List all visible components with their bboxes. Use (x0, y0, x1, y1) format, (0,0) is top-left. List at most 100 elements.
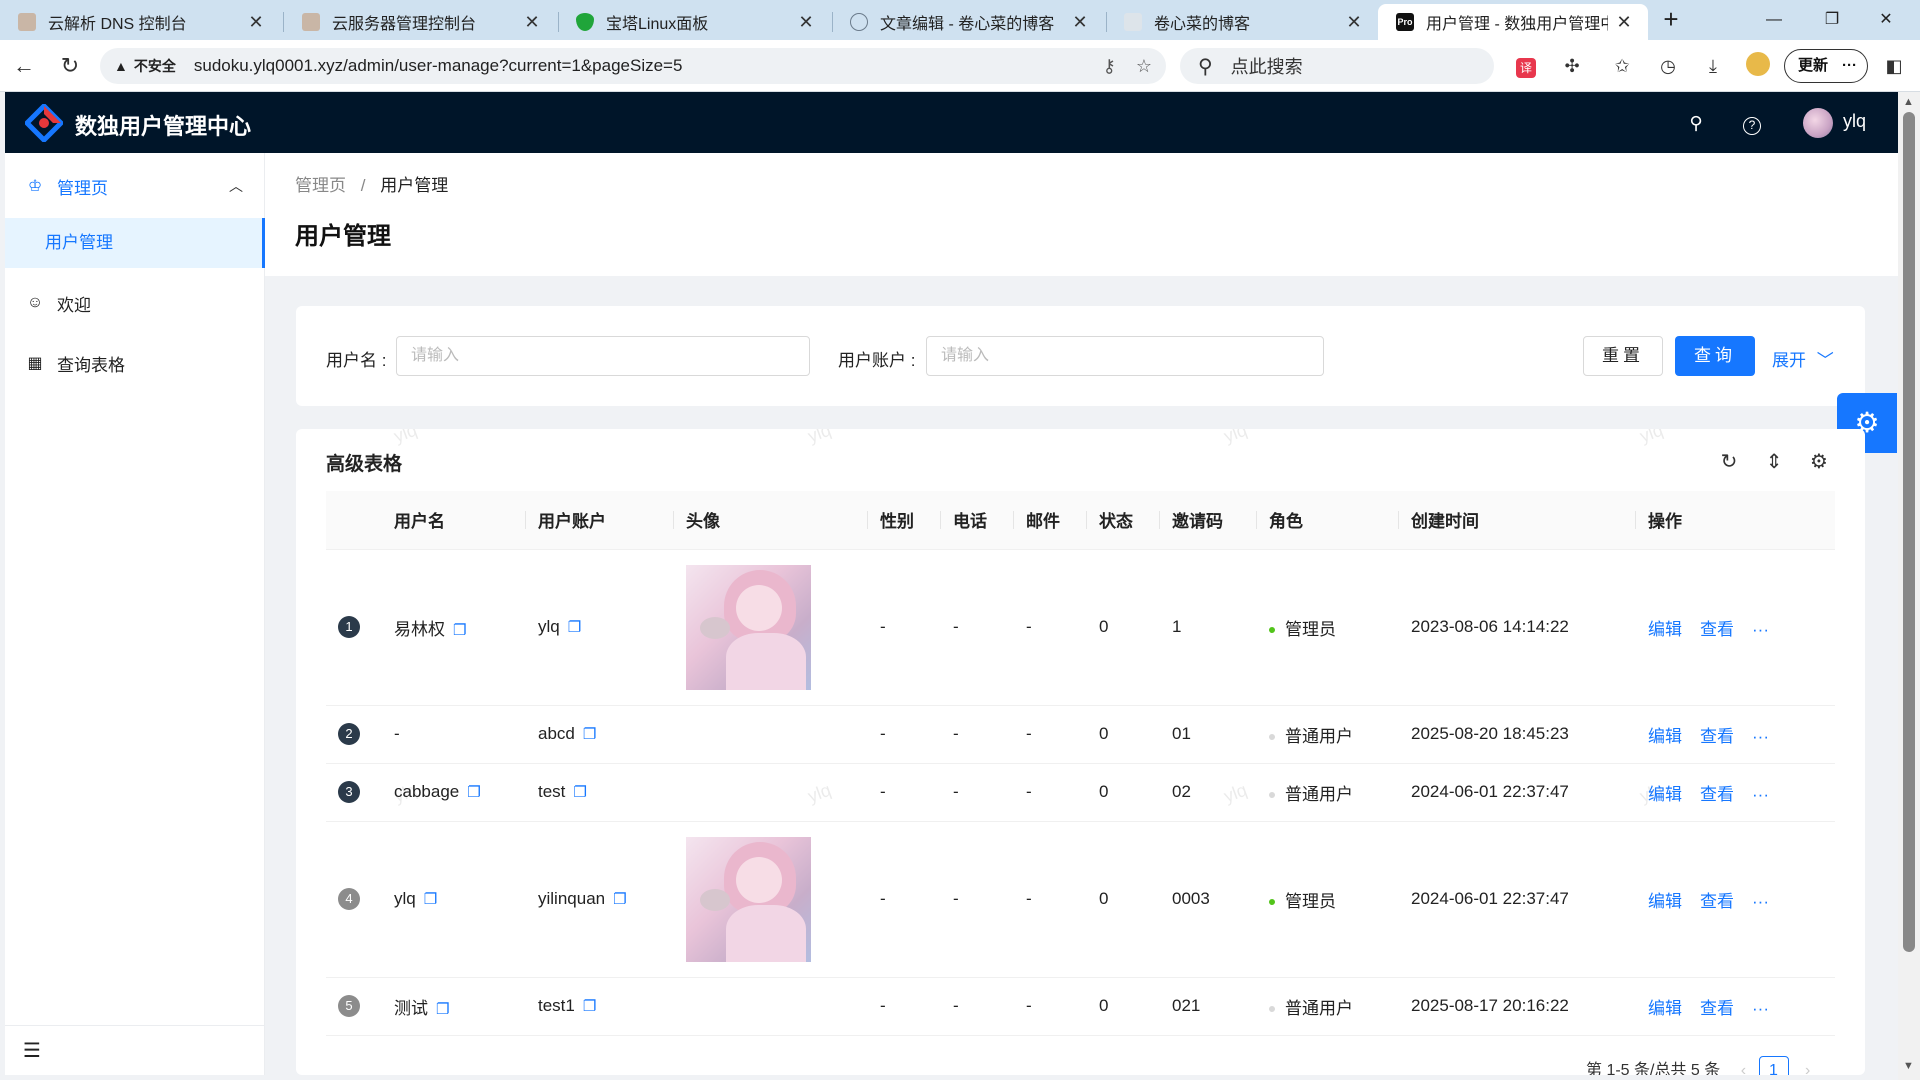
close-icon[interactable]: ✕ (1070, 12, 1090, 33)
browser-tab-blog[interactable]: 卷心菜的博客 ✕ (1106, 4, 1378, 40)
account-input[interactable] (926, 336, 1324, 376)
prev-page-icon[interactable]: ‹ (1741, 1062, 1746, 1075)
edit-link[interactable]: 编辑 (1648, 620, 1682, 639)
cell-actions: 编辑 查看 ··· (1636, 549, 1835, 706)
copy-icon[interactable]: ❐ (568, 619, 581, 636)
copy-icon[interactable]: ❐ (583, 998, 596, 1015)
header-username[interactable]: ylq (1843, 111, 1866, 132)
more-icon[interactable]: ··· (1752, 727, 1769, 746)
more-icon[interactable]: ··· (1752, 620, 1769, 639)
edit-link[interactable]: 编辑 (1648, 727, 1682, 746)
search-icon[interactable]: ⚲ (1683, 110, 1709, 136)
sidebar-group-admin[interactable]: ♔ 管理页 ︿ (5, 163, 265, 209)
avatar[interactable] (1803, 108, 1833, 138)
view-link[interactable]: 查看 (1700, 620, 1734, 639)
copy-icon[interactable]: ❐ (573, 784, 586, 801)
sidebar-item-user-manage[interactable]: 用户管理 (5, 218, 265, 268)
new-tab-button[interactable]: + (1655, 4, 1687, 36)
cell-gender: - (868, 821, 941, 978)
column-header-created: 创建时间 (1399, 491, 1636, 550)
url-text[interactable]: sudoku.ylq0001.xyz/admin/user-manage?cur… (194, 56, 1083, 76)
copy-icon[interactable]: ❐ (453, 622, 466, 639)
browser-search-box[interactable]: ⚲ 点此搜索 (1180, 48, 1494, 84)
restore-icon[interactable]: ❐ (1812, 6, 1852, 34)
copy-icon[interactable]: ❐ (424, 891, 437, 908)
cell-account: test ❐ (526, 763, 674, 822)
close-icon[interactable]: ✕ (1344, 12, 1364, 33)
edit-link[interactable]: 编辑 (1648, 785, 1682, 804)
favorites-icon[interactable]: ✩ (1608, 52, 1636, 80)
cell-gender: - (868, 977, 941, 1036)
breadcrumb-root[interactable]: 管理页 (295, 176, 346, 195)
browser-tab-server[interactable]: 云服务器管理控制台 ✕ (284, 4, 556, 40)
more-icon[interactable]: ··· (1752, 892, 1769, 911)
tab-title: 云服务器管理控制台 (332, 16, 477, 33)
download-icon[interactable]: ⤓ (1699, 52, 1727, 80)
browser-tab-dns[interactable]: 云解析 DNS 控制台 ✕ (0, 4, 280, 40)
column-header-account: 用户账户 (526, 491, 674, 550)
edit-link[interactable]: 编辑 (1648, 892, 1682, 911)
close-icon[interactable]: ✕ (796, 12, 816, 33)
copy-icon[interactable]: ❐ (436, 1001, 449, 1018)
help-icon[interactable]: ? (1739, 110, 1765, 136)
page-number[interactable]: 1 (1758, 1056, 1789, 1075)
account-label: 用户账户 : (838, 351, 916, 370)
sidebar-toggle-icon[interactable]: ◧ (1880, 52, 1908, 80)
tab-title: 卷心菜的博客 (1154, 16, 1251, 33)
close-icon[interactable]: ✕ (1614, 12, 1634, 33)
view-link[interactable]: 查看 (1700, 999, 1734, 1018)
back-icon[interactable]: ← (8, 50, 40, 82)
translate-icon[interactable]: 译 (1512, 52, 1540, 80)
address-bar[interactable]: ▲ 不安全 sudoku.ylq0001.xyz/admin/user-mana… (100, 48, 1166, 84)
sidebar-item-welcome[interactable]: ☺ 欢迎 (5, 280, 265, 326)
reload-icon[interactable]: ↻ (1716, 449, 1742, 475)
expand-button[interactable]: 展开 ﹀ (1772, 346, 1834, 371)
copy-icon[interactable]: ❐ (467, 784, 480, 801)
cell-actions: 编辑 查看 ··· (1636, 705, 1835, 764)
window-close-icon[interactable]: ✕ (1866, 6, 1906, 34)
close-icon[interactable]: ✕ (522, 12, 542, 33)
copy-icon[interactable]: ❐ (583, 726, 596, 743)
app-logo-icon[interactable] (25, 104, 63, 142)
next-page-icon[interactable]: › (1805, 1062, 1810, 1075)
profile-avatar-icon[interactable] (1744, 52, 1772, 80)
star-icon[interactable]: ☆ (1136, 56, 1152, 77)
more-icon[interactable]: ··· (1752, 999, 1769, 1018)
setting-icon[interactable]: ⚙ (1806, 449, 1832, 475)
cell-gender: - (868, 763, 941, 822)
column-header-status: 状态 (1087, 491, 1160, 550)
more-icon[interactable]: ··· (1752, 785, 1769, 804)
browser-tab-user-manage[interactable]: Pro 用户管理 - 数独用户管理中心 ✕ (1378, 4, 1648, 40)
view-link[interactable]: 查看 (1700, 727, 1734, 746)
close-icon[interactable]: ✕ (246, 12, 266, 33)
username-input[interactable] (396, 336, 810, 376)
cell-invite: 01 (1160, 705, 1257, 764)
chevron-down-icon: ﹀ (1816, 351, 1834, 370)
app-title[interactable]: 数独用户管理中心 (75, 109, 251, 141)
cell-avatar (674, 549, 868, 706)
edit-link[interactable]: 编辑 (1648, 999, 1682, 1018)
copy-icon[interactable]: ❐ (613, 891, 626, 908)
scrollbar-thumb[interactable] (1903, 112, 1915, 952)
browser-tab-article-edit[interactable]: 文章编辑 - 卷心菜的博客 ✕ (832, 4, 1104, 40)
view-link[interactable]: 查看 (1700, 785, 1734, 804)
history-icon[interactable]: ◷ (1654, 52, 1682, 80)
reload-icon[interactable]: ↻ (54, 50, 86, 82)
page-scrollbar[interactable]: ▲ ▼ (1898, 92, 1920, 1080)
column-height-icon[interactable]: ⇕ (1761, 449, 1787, 475)
extensions-icon[interactable]: ✣ (1558, 52, 1586, 80)
update-button[interactable]: 更新 ··· (1784, 49, 1868, 83)
pagination-summary: 第 1-5 条/总共 5 条 (1586, 1062, 1721, 1075)
query-button[interactable]: 查询 (1675, 336, 1755, 376)
column-header-gender: 性别 (868, 491, 941, 550)
minimize-icon[interactable]: — (1754, 6, 1794, 34)
cell-email: - (1014, 821, 1087, 978)
key-icon[interactable]: ⚷ (1103, 56, 1116, 77)
scroll-down-icon[interactable]: ▼ (1903, 1060, 1914, 1072)
reset-button[interactable]: 重置 (1583, 336, 1663, 376)
scroll-up-icon[interactable]: ▲ (1903, 96, 1914, 108)
browser-tab-baota[interactable]: 宝塔Linux面板 ✕ (558, 4, 830, 40)
view-link[interactable]: 查看 (1700, 892, 1734, 911)
menu-fold-icon[interactable]: ☰ (5, 1025, 265, 1075)
sidebar-item-query-table[interactable]: ▦ 查询表格 (5, 340, 265, 386)
